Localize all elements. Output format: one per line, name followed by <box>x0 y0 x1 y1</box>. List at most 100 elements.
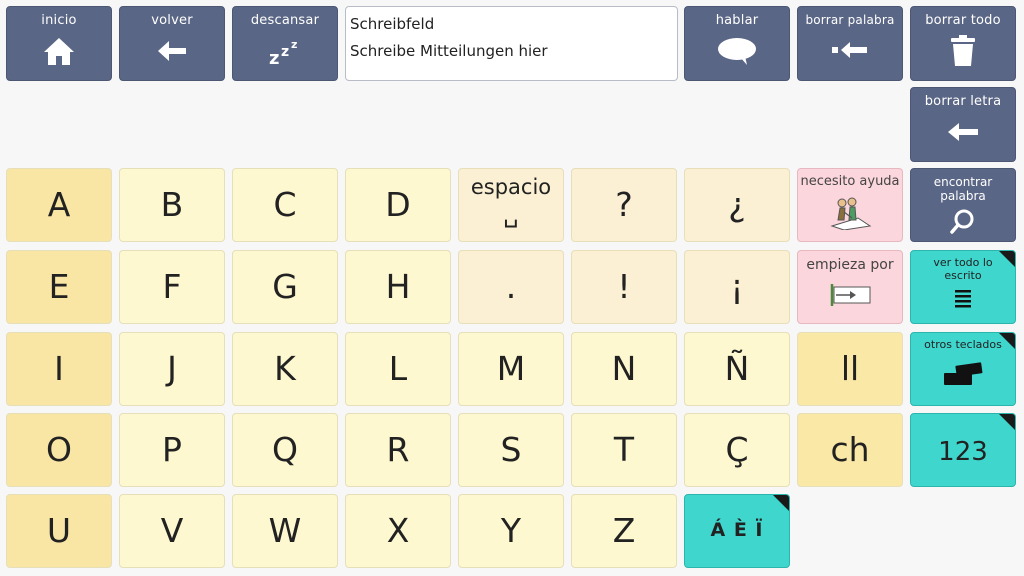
key-c-cedilla[interactable]: Ç <box>684 413 790 487</box>
starts-with-pictogram-icon <box>828 283 872 311</box>
borrar-letra-button[interactable]: borrar letra <box>910 87 1016 162</box>
key-i[interactable]: I <box>6 332 112 406</box>
speech-bubble-icon <box>716 35 758 67</box>
key-ch[interactable]: ch <box>797 413 903 487</box>
borrar-palabra-button[interactable]: borrar palabra <box>797 6 903 81</box>
key-ll-label: ll <box>840 349 860 389</box>
help-pictogram-icon <box>828 196 872 238</box>
empieza-por-button[interactable]: empieza por <box>797 250 903 324</box>
accents-keyboard-button[interactable]: Á È Ï <box>684 494 790 568</box>
key-c[interactable]: C <box>232 168 338 242</box>
key-t-label: T <box>613 430 635 470</box>
key-q[interactable]: Q <box>232 413 338 487</box>
key-l[interactable]: L <box>345 332 451 406</box>
ver-todo-button[interactable]: ver todo lo escrito <box>910 250 1016 324</box>
key-m-label: M <box>496 349 526 389</box>
key-f-label: F <box>162 267 182 307</box>
inicio-label: inicio <box>41 13 77 28</box>
key-s-label: S <box>500 430 522 470</box>
key-h[interactable]: H <box>345 250 451 324</box>
key-period[interactable]: . <box>458 250 564 324</box>
key-v[interactable]: V <box>119 494 225 568</box>
key-l-label: L <box>388 349 408 389</box>
key-k-label: K <box>274 349 296 389</box>
key-k[interactable]: K <box>232 332 338 406</box>
magnifier-icon <box>950 208 976 238</box>
otros-teclados-label: otros teclados <box>924 338 1002 351</box>
svg-text:z: z <box>269 48 279 66</box>
text-lines-icon <box>953 288 973 312</box>
key-y[interactable]: Y <box>458 494 564 568</box>
key-n-tilde-label: Ñ <box>724 349 750 389</box>
key-inverted-exclamation-label: ¡ <box>730 267 744 307</box>
key-a-label: A <box>47 185 71 225</box>
hablar-button[interactable]: hablar <box>684 6 790 81</box>
key-x-label: X <box>386 511 410 551</box>
key-z[interactable]: Z <box>571 494 677 568</box>
encontrar-palabra-button[interactable]: encontrar palabra <box>910 168 1016 242</box>
otros-teclados-button[interactable]: otros teclados <box>910 332 1016 406</box>
inicio-button[interactable]: inicio <box>6 6 112 81</box>
key-a[interactable]: A <box>6 168 112 242</box>
key-v-label: V <box>160 511 184 551</box>
borrar-todo-label: borrar todo <box>925 13 1001 28</box>
key-x[interactable]: X <box>345 494 451 568</box>
accents-keyboard-label: Á È Ï <box>710 519 764 542</box>
key-p[interactable]: P <box>119 413 225 487</box>
key-n-label: N <box>611 349 637 389</box>
necesito-ayuda-button[interactable]: necesito ayuda <box>797 168 903 242</box>
borrar-todo-button[interactable]: borrar todo <box>910 6 1016 81</box>
hablar-label: hablar <box>715 13 759 28</box>
key-c-cedilla-label: Ç <box>725 430 749 470</box>
key-exclamation-label: ! <box>617 267 631 307</box>
message-text-field[interactable]: Schreibfeld Schreibe Mitteilungen hier <box>345 6 678 81</box>
key-h-label: H <box>385 267 411 307</box>
descansar-button[interactable]: descansar z z z <box>232 6 338 81</box>
arrow-left-icon <box>155 35 189 67</box>
textbox-line-2: Schreibe Mitteilungen hier <box>350 42 548 60</box>
key-m[interactable]: M <box>458 332 564 406</box>
key-b[interactable]: B <box>119 168 225 242</box>
numbers-keyboard-label: 123 <box>938 437 988 468</box>
key-inverted-exclamation[interactable]: ¡ <box>684 250 790 324</box>
borrar-palabra-label: borrar palabra <box>805 13 895 27</box>
key-e[interactable]: E <box>6 250 112 324</box>
key-espacio[interactable]: espacio ␣ <box>458 168 564 242</box>
key-y-label: Y <box>500 511 522 551</box>
svg-text:z: z <box>281 44 289 60</box>
key-g[interactable]: G <box>232 250 338 324</box>
key-w[interactable]: W <box>232 494 338 568</box>
key-w-label: W <box>268 511 302 551</box>
key-u-label: U <box>46 511 72 551</box>
space-icon: ␣ <box>503 200 519 229</box>
descansar-label: descansar <box>250 13 320 28</box>
key-j[interactable]: J <box>119 332 225 406</box>
key-q-label: Q <box>272 430 298 470</box>
sleep-zzz-icon: z z z <box>267 35 303 67</box>
key-r[interactable]: R <box>345 413 451 487</box>
key-n[interactable]: N <box>571 332 677 406</box>
key-espacio-label: espacio <box>470 175 552 199</box>
key-j-label: J <box>167 349 177 389</box>
backspace-arrow-icon <box>945 116 981 148</box>
key-inverted-question[interactable]: ¿ <box>684 168 790 242</box>
borrar-letra-label: borrar letra <box>924 94 1002 109</box>
key-u[interactable]: U <box>6 494 112 568</box>
key-f[interactable]: F <box>119 250 225 324</box>
key-ll[interactable]: ll <box>797 332 903 406</box>
key-g-label: G <box>272 267 298 307</box>
key-o[interactable]: O <box>6 413 112 487</box>
key-s[interactable]: S <box>458 413 564 487</box>
key-question[interactable]: ? <box>571 168 677 242</box>
key-c-label: C <box>273 185 297 225</box>
svg-text:z: z <box>291 38 297 51</box>
key-n-tilde[interactable]: Ñ <box>684 332 790 406</box>
key-period-label: . <box>505 267 517 307</box>
key-ch-label: ch <box>830 430 870 470</box>
numbers-keyboard-button[interactable]: 123 <box>910 413 1016 487</box>
volver-button[interactable]: volver <box>119 6 225 81</box>
trash-icon <box>948 34 978 67</box>
key-exclamation[interactable]: ! <box>571 250 677 324</box>
key-t[interactable]: T <box>571 413 677 487</box>
key-d[interactable]: D <box>345 168 451 242</box>
